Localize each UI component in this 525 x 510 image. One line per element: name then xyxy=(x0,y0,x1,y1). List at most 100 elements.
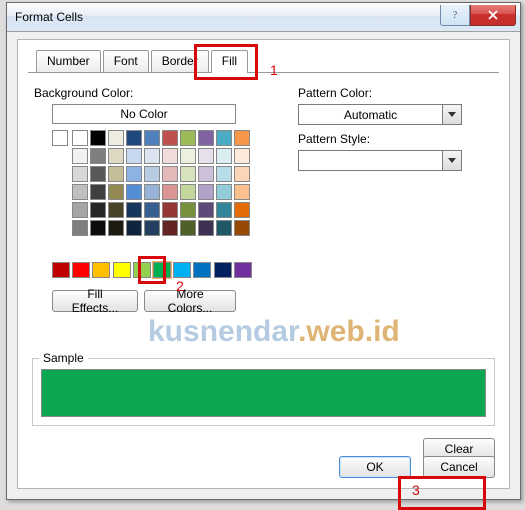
color-swatch[interactable] xyxy=(72,262,90,278)
fill-effects-button[interactable]: Fill Effects... xyxy=(52,290,138,312)
chevron-down-icon[interactable] xyxy=(442,151,461,170)
pattern-style-combo[interactable] xyxy=(298,150,462,171)
ok-button[interactable]: OK xyxy=(339,456,411,478)
color-swatch[interactable] xyxy=(153,262,171,278)
annotation-label-3: 3 xyxy=(412,482,420,498)
color-swatch[interactable] xyxy=(234,262,252,278)
color-swatch[interactable] xyxy=(234,148,250,164)
tab-fill[interactable]: Fill xyxy=(211,50,248,73)
color-swatch[interactable] xyxy=(108,220,124,236)
color-swatch[interactable] xyxy=(144,220,160,236)
color-swatch[interactable] xyxy=(72,148,88,164)
color-swatch[interactable] xyxy=(113,262,131,278)
color-swatch[interactable] xyxy=(234,220,250,236)
color-swatch[interactable] xyxy=(180,220,196,236)
color-swatch[interactable] xyxy=(173,262,191,278)
color-swatch[interactable] xyxy=(162,220,178,236)
more-colors-button[interactable]: More Colors... xyxy=(144,290,236,312)
color-swatch[interactable] xyxy=(198,184,214,200)
color-swatch[interactable] xyxy=(90,148,106,164)
svg-text:?: ? xyxy=(453,10,458,20)
pattern-color-combo[interactable]: Automatic xyxy=(298,104,462,125)
titlebar[interactable]: Format Cells ? xyxy=(7,3,520,32)
color-swatch[interactable] xyxy=(52,262,70,278)
color-swatch[interactable] xyxy=(144,184,160,200)
color-swatch[interactable] xyxy=(108,166,124,182)
window-title: Format Cells xyxy=(7,10,440,24)
color-swatch[interactable] xyxy=(216,166,232,182)
color-swatch[interactable] xyxy=(126,148,142,164)
color-swatch[interactable] xyxy=(162,202,178,218)
color-swatch[interactable] xyxy=(198,130,214,146)
pattern-color-label: Pattern Color: xyxy=(298,86,372,100)
color-swatch[interactable] xyxy=(162,148,178,164)
color-swatch[interactable] xyxy=(92,262,110,278)
color-swatch[interactable] xyxy=(90,184,106,200)
color-swatch[interactable] xyxy=(214,262,232,278)
chevron-down-icon[interactable] xyxy=(442,105,461,124)
color-swatch[interactable] xyxy=(234,166,250,182)
color-swatch[interactable] xyxy=(72,220,88,236)
color-swatch[interactable] xyxy=(198,202,214,218)
color-swatch[interactable] xyxy=(126,130,142,146)
color-swatch[interactable] xyxy=(193,262,211,278)
close-button[interactable] xyxy=(470,5,516,26)
color-swatch[interactable] xyxy=(90,220,106,236)
color-swatch[interactable] xyxy=(108,148,124,164)
color-swatch[interactable] xyxy=(234,130,250,146)
color-swatch[interactable] xyxy=(216,184,232,200)
color-swatch[interactable] xyxy=(180,166,196,182)
color-swatch[interactable] xyxy=(180,148,196,164)
watermark: kusnendar.web.id xyxy=(148,315,400,349)
color-swatch[interactable] xyxy=(234,202,250,218)
pattern-color-value: Automatic xyxy=(299,108,442,122)
tab-number[interactable]: Number xyxy=(36,50,101,72)
color-swatch[interactable] xyxy=(126,166,142,182)
color-swatch[interactable] xyxy=(198,148,214,164)
theme-color-palette xyxy=(72,130,250,236)
color-swatch[interactable] xyxy=(72,130,88,146)
tab-border[interactable]: Border xyxy=(151,50,209,72)
color-swatch[interactable] xyxy=(216,220,232,236)
color-swatch[interactable] xyxy=(90,130,106,146)
window-controls: ? xyxy=(440,5,516,25)
color-swatch[interactable] xyxy=(72,166,88,182)
tab-font[interactable]: Font xyxy=(103,50,149,72)
automatic-swatch[interactable] xyxy=(52,130,68,146)
color-swatch[interactable] xyxy=(216,148,232,164)
background-color-label: Background Color: xyxy=(34,86,133,100)
color-swatch[interactable] xyxy=(72,202,88,218)
color-swatch[interactable] xyxy=(144,166,160,182)
color-swatch[interactable] xyxy=(144,148,160,164)
pattern-style-label: Pattern Style: xyxy=(298,132,370,146)
color-swatch[interactable] xyxy=(108,202,124,218)
color-swatch[interactable] xyxy=(198,166,214,182)
color-swatch[interactable] xyxy=(133,262,151,278)
color-swatch[interactable] xyxy=(234,184,250,200)
color-swatch[interactable] xyxy=(90,202,106,218)
color-swatch[interactable] xyxy=(144,202,160,218)
annotation-label-2: 2 xyxy=(176,278,184,294)
no-color-button[interactable]: No Color xyxy=(52,104,236,124)
color-swatch[interactable] xyxy=(216,202,232,218)
color-swatch[interactable] xyxy=(198,220,214,236)
cancel-button[interactable]: Cancel xyxy=(423,456,495,478)
color-swatch[interactable] xyxy=(108,184,124,200)
dialog-content: Number Font Border Fill 1 Background Col… xyxy=(17,39,510,489)
color-swatch[interactable] xyxy=(162,130,178,146)
color-swatch[interactable] xyxy=(126,220,142,236)
color-swatch[interactable] xyxy=(162,184,178,200)
color-swatch[interactable] xyxy=(216,130,232,146)
color-swatch[interactable] xyxy=(90,166,106,182)
color-swatch[interactable] xyxy=(126,202,142,218)
color-swatch[interactable] xyxy=(162,166,178,182)
color-swatch[interactable] xyxy=(180,202,196,218)
help-button[interactable]: ? xyxy=(440,5,470,26)
format-cells-dialog: Format Cells ? Number Font Border Fill 1… xyxy=(6,2,521,500)
color-swatch[interactable] xyxy=(72,184,88,200)
color-swatch[interactable] xyxy=(126,184,142,200)
color-swatch[interactable] xyxy=(108,130,124,146)
color-swatch[interactable] xyxy=(180,184,196,200)
color-swatch[interactable] xyxy=(180,130,196,146)
color-swatch[interactable] xyxy=(144,130,160,146)
